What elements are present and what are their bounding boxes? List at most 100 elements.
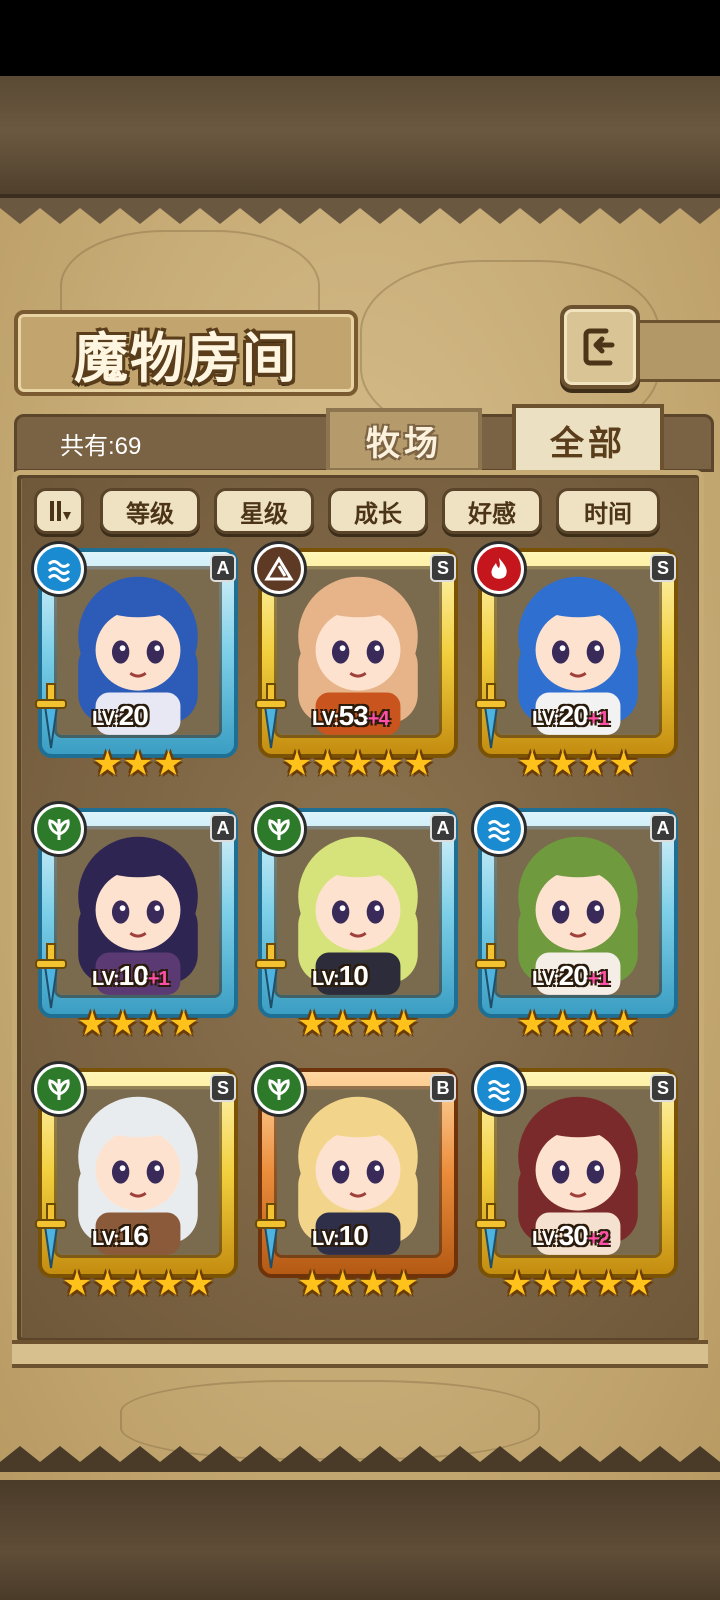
back-button[interactable] [560,305,640,389]
rank-badge: A [430,814,456,842]
monster-card[interactable]: S LV:16 ★ ★ ★ ★ ★ [34,1064,238,1304]
star-icon: ★ [138,1004,169,1044]
level-prefix: LV: [92,1228,120,1250]
level-value: 10 [118,960,149,991]
star-rating: ★ ★ ★ ★ [258,1004,458,1044]
star-rating: ★ ★ ★ ★ ★ [258,744,458,784]
monster-card[interactable]: A LV:10+1 ★ ★ ★ ★ [34,804,238,1044]
earth-element-icon [254,544,304,594]
monster-card[interactable]: S LV:53+4 ★ ★ ★ ★ ★ [254,544,458,784]
monster-level: LV:20+1 [532,960,610,992]
monster-level: LV:10 [312,1220,369,1252]
level-value: 10 [338,960,369,991]
star-icon: ★ [358,1004,389,1044]
sword-icon [475,943,507,1009]
monster-card[interactable]: A LV:20 ★ ★ ★ [34,544,238,784]
water-element-icon [474,804,524,854]
star-icon: ★ [77,1004,108,1044]
sword-icon [255,943,287,1009]
star-rating: ★ ★ ★ ★ ★ [478,1264,678,1304]
star-rating: ★ ★ ★ ★ [478,744,678,784]
star-icon: ★ [608,1004,639,1044]
level-bonus: +4 [367,708,390,730]
level-bonus: +1 [587,708,610,730]
star-icon: ★ [388,1264,419,1304]
star-rating: ★ ★ ★ ★ [258,1264,458,1304]
sort-order-button[interactable] [34,488,84,534]
sort-growth-button[interactable]: 成长 [328,488,428,534]
level-value: 30 [558,1220,589,1251]
level-prefix: LV: [532,1228,560,1250]
monster-card[interactable]: A LV:20+1 ★ ★ ★ ★ [474,804,678,1044]
rank-badge: S [650,554,676,582]
monster-level: LV:20 [92,700,149,732]
wood-element-icon [34,1064,84,1114]
star-icon: ★ [61,1264,93,1304]
star-icon: ★ [122,744,154,784]
star-icon: ★ [327,1264,358,1304]
sword-icon [35,943,67,1009]
monster-level: LV:53+4 [312,700,390,732]
star-icon: ★ [358,1264,389,1304]
monster-card[interactable]: B LV:10 ★ ★ ★ ★ [254,1064,458,1304]
star-icon: ★ [517,744,548,784]
level-bonus: +1 [587,968,610,990]
star-icon: ★ [517,1004,548,1044]
star-icon: ★ [547,1004,578,1044]
star-icon: ★ [183,1264,215,1304]
fire-element-icon [474,544,524,594]
sword-icon [255,683,287,749]
star-icon: ★ [578,1004,609,1044]
star-icon: ★ [168,1004,199,1044]
monster-level: LV:16 [92,1220,149,1252]
tab-all[interactable]: 全部 [512,404,664,476]
level-value: 53 [338,700,369,731]
monster-level: LV:10+1 [92,960,170,992]
tab-farm[interactable]: 牧场 [326,408,482,472]
rank-badge: S [430,554,456,582]
monster-card[interactable]: A LV:10 ★ ★ ★ ★ [254,804,458,1044]
header-rail [638,320,720,382]
monster-card[interactable]: S LV:20+1 ★ ★ ★ ★ [474,544,678,784]
star-icon: ★ [623,1264,655,1304]
star-icon: ★ [122,1264,154,1304]
level-value: 20 [558,700,589,731]
title-plate: 魔物房间 [14,310,358,396]
rank-badge: S [650,1074,676,1102]
bottom-zigzag-border [0,1446,720,1472]
star-icon: ★ [373,744,404,784]
monster-card[interactable]: S LV:30+2 ★ ★ ★ ★ ★ [474,1064,678,1304]
water-element-icon [474,1064,524,1114]
level-prefix: LV: [532,708,560,730]
level-value: 20 [118,700,149,731]
star-rating: ★ ★ ★ ★ ★ [38,1264,238,1304]
star-icon: ★ [578,744,609,784]
star-icon: ★ [547,744,578,784]
sort-star-button[interactable]: 星级 [214,488,314,534]
rank-badge: S [210,1074,236,1102]
level-value: 20 [558,960,589,991]
star-icon: ★ [532,1264,563,1304]
star-icon: ★ [608,744,639,784]
star-icon: ★ [92,744,123,784]
star-icon: ★ [297,1264,328,1304]
wood-element-icon [34,804,84,854]
level-prefix: LV: [312,968,340,990]
rank-badge: A [210,554,236,582]
monster-level: LV:10 [312,960,369,992]
sort-level-button[interactable]: 等级 [100,488,200,534]
page-title: 魔物房间 [74,325,298,390]
rank-badge: B [430,1074,456,1102]
sword-icon [35,1203,67,1269]
star-icon: ★ [562,1264,594,1304]
star-icon: ★ [593,1264,624,1304]
level-prefix: LV: [312,708,340,730]
back-arrow-icon [583,328,615,366]
star-icon: ★ [92,1264,123,1304]
footer-rail [12,1340,708,1368]
monster-level: LV:20+1 [532,700,610,732]
top-zigzag-border [0,198,720,224]
sort-affection-button[interactable]: 好感 [442,488,542,534]
sort-time-button[interactable]: 时间 [556,488,660,534]
star-rating: ★ ★ ★ ★ [38,1004,238,1044]
